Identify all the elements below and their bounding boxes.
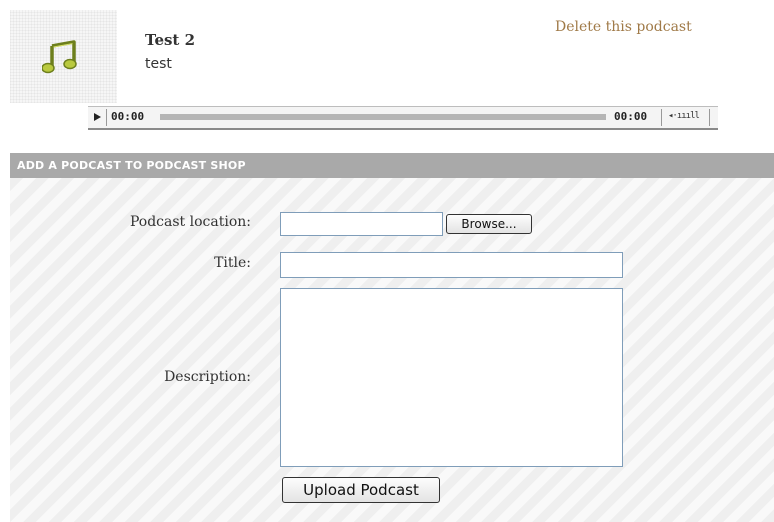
section-header: ADD A PODCAST TO PODCAST SHOP [10,153,774,178]
description-label: Description: [164,369,251,385]
player-divider [661,109,662,126]
title-label: Title: [214,255,251,271]
add-podcast-form: Podcast location: Browse... Title: Descr… [10,178,774,522]
play-button[interactable] [88,109,107,126]
podcast-title: Test 2 [145,31,196,49]
browse-button[interactable]: Browse... [446,214,532,234]
player-divider-end [709,109,710,126]
podcast-description: test [145,56,172,72]
volume-icon[interactable]: ◂·ıııll [668,111,700,121]
title-input[interactable] [280,252,623,278]
podcast-location-label: Podcast location: [129,214,251,230]
podcast-thumbnail [10,10,117,103]
audio-player: 00:00 00:00 ◂·ıııll [88,106,718,130]
progress-track[interactable] [160,114,606,120]
music-note-icon [42,40,77,74]
podcast-location-input[interactable] [280,212,443,236]
delete-podcast-link[interactable]: Delete this podcast [555,19,692,35]
current-time: 00:00 [111,110,145,123]
upload-podcast-button[interactable]: Upload Podcast [282,477,440,503]
description-textarea[interactable] [280,288,623,467]
total-time: 00:00 [614,110,648,123]
